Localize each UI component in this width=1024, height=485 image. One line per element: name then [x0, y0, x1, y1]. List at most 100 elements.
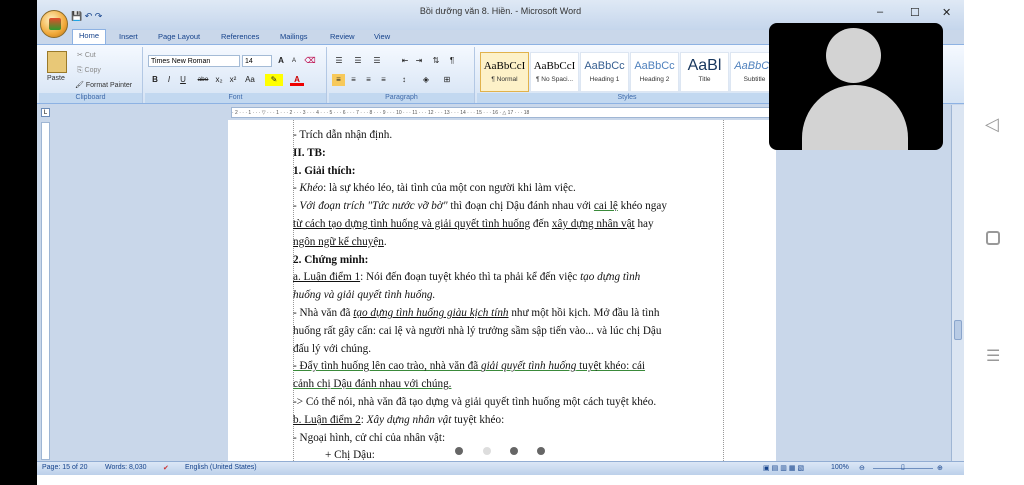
style-name: ¶ Normal — [491, 76, 518, 83]
justify-icon[interactable]: ≡ — [377, 74, 390, 86]
doc-line: II. TB: — [293, 146, 326, 159]
tab-insert[interactable]: Insert — [113, 31, 144, 42]
italic-button[interactable]: I — [163, 74, 175, 86]
styles-group: AaBbCcI ¶ Normal AaBbCcI ¶ No Spaci... A… — [477, 47, 779, 103]
close-button[interactable]: ✕ — [942, 6, 951, 19]
back-icon[interactable]: ◁ — [985, 114, 999, 135]
doc-line: - Với đoạn trích "Tức nước vỡ bờ" thì đo… — [293, 200, 667, 213]
style-heading-2[interactable]: AaBbCc Heading 2 — [630, 52, 679, 92]
font-name-combo[interactable]: Times New Roman — [148, 55, 240, 67]
font-color-icon[interactable]: A — [290, 74, 304, 86]
bold-button[interactable]: B — [149, 74, 161, 86]
undo-icon[interactable]: ↶ — [85, 11, 93, 21]
style-heading-1[interactable]: AaBbCc Heading 1 — [580, 52, 629, 92]
tab-mailings[interactable]: Mailings — [274, 31, 314, 42]
avatar-body-icon — [802, 85, 908, 150]
save-icon[interactable]: 💾 — [71, 11, 82, 21]
home-icon[interactable] — [986, 231, 1000, 245]
doc-line: huống rất gây cấn: cai lệ và người nhà l… — [293, 324, 662, 337]
borders-icon[interactable]: ⊞ — [439, 74, 455, 86]
zoom-in-icon[interactable]: ⊕ — [937, 464, 943, 472]
style-preview: AaBbCc — [634, 60, 675, 72]
style-no-spacing[interactable]: AaBbCcI ¶ No Spaci... — [530, 52, 579, 92]
vertical-scrollbar[interactable] — [951, 105, 964, 461]
screen: Bồi dưỡng văn 8. Hiền. - Microsoft Word … — [0, 0, 1024, 485]
document-page[interactable]: - Trích dẫn nhận định. II. TB: 1. Giải t… — [228, 120, 776, 461]
recents-icon[interactable]: ☰ — [986, 346, 1000, 366]
font-group: Times New Roman 14 A A ⌫ B I U abe x₂ x²… — [145, 47, 327, 103]
zoom-slider-thumb[interactable]: ▯ — [901, 463, 905, 471]
scroll-thumb[interactable] — [954, 320, 962, 340]
superscript-button[interactable]: x² — [227, 74, 239, 86]
tab-page-layout[interactable]: Page Layout — [152, 31, 206, 42]
clear-format-icon[interactable]: ⌫ — [303, 55, 317, 67]
style-preview: AaBl — [687, 57, 722, 74]
copy-button[interactable]: ⎘ Copy — [77, 67, 101, 75]
highlight-icon[interactable]: ✎ — [265, 74, 283, 86]
maximize-button[interactable]: ☐ — [910, 6, 920, 19]
indicator-dot[interactable] — [537, 447, 545, 455]
style-preview: AaBbCc — [584, 60, 625, 72]
indicator-dot[interactable] — [483, 447, 491, 455]
vertical-ruler[interactable] — [41, 122, 50, 460]
cut-button[interactable]: ✂ Cut — [77, 51, 96, 59]
margin-guide — [723, 120, 724, 461]
shading-icon[interactable]: ◈ — [418, 74, 434, 86]
bullets-icon[interactable]: ☰ — [332, 55, 346, 67]
doc-line: ngôn ngữ kể chuyện. — [293, 235, 387, 248]
indicator-dot[interactable] — [510, 447, 518, 455]
window-title: Bồi dưỡng văn 8. Hiền. - Microsoft Word — [419, 6, 582, 16]
horizontal-ruler[interactable]: · 2 · · · 1 · · · ▽ · · · 1 · · · 2 · · … — [231, 107, 771, 118]
increase-indent-icon[interactable]: ⇥ — [413, 55, 425, 67]
paste-icon[interactable] — [47, 51, 67, 73]
quick-access-toolbar[interactable]: 💾 ↶ ↷ — [71, 11, 102, 22]
view-buttons[interactable]: ▣▤▥▦▧ — [763, 464, 806, 472]
style-normal[interactable]: AaBbCcI ¶ Normal — [480, 52, 529, 92]
line-spacing-icon[interactable]: ↕ — [396, 74, 412, 86]
doc-line: 2. Chứng minh: — [293, 253, 369, 266]
sort-icon[interactable]: ⇅ — [430, 55, 442, 67]
word-count[interactable]: Words: 8,030 — [105, 464, 147, 471]
style-name: Heading 2 — [639, 76, 670, 83]
doc-line: b. Luận điểm 2: Xây dựng nhân vật tuyệt … — [293, 413, 505, 426]
style-title[interactable]: AaBl Title — [680, 52, 729, 92]
subscript-button[interactable]: x₂ — [213, 74, 225, 86]
android-nav-bar: ◁ ☰ — [964, 0, 1024, 485]
video-call-thumbnail[interactable] — [769, 23, 943, 150]
office-button[interactable] — [40, 10, 68, 38]
page-count[interactable]: Page: 15 of 20 — [42, 464, 88, 471]
change-case-button[interactable]: Aa — [242, 74, 258, 86]
left-black-bar — [0, 0, 37, 485]
tab-home[interactable]: Home — [72, 29, 107, 44]
tab-selector-icon[interactable]: L — [41, 108, 50, 117]
format-painter-button[interactable]: 🖌 Format Painter — [75, 81, 132, 89]
language-indicator[interactable]: English (United States) — [185, 464, 257, 471]
paragraph-group: ☰ ☰ ☰ ⇤ ⇥ ⇅ ¶ ≡ ≡ ≡ ≡ ↕ ◈ ⊞ Paragraph — [329, 47, 475, 103]
font-size-combo[interactable]: 14 — [242, 55, 272, 67]
tab-references[interactable]: References — [215, 31, 265, 42]
redo-icon[interactable]: ↷ — [95, 11, 103, 21]
doc-line: - Khéo: là sự khéo léo, tài tình của một… — [293, 182, 576, 195]
tab-review[interactable]: Review — [324, 31, 361, 42]
underline-button[interactable]: U — [177, 74, 189, 86]
zoom-out-icon[interactable]: ⊖ — [859, 464, 865, 472]
indicator-dot[interactable] — [455, 447, 463, 455]
tab-view[interactable]: View — [368, 31, 396, 42]
proofing-icon[interactable]: ✔ — [163, 464, 169, 472]
grow-font-button[interactable]: A — [275, 55, 287, 67]
strikethrough-button[interactable]: abe — [195, 74, 211, 86]
minimize-button[interactable]: – — [877, 6, 883, 18]
numbering-icon[interactable]: ☰ — [351, 55, 365, 67]
zoom-level[interactable]: 100% — [831, 464, 849, 471]
shrink-font-button[interactable]: A — [288, 55, 300, 67]
show-marks-icon[interactable]: ¶ — [446, 55, 458, 67]
doc-line: đấu lý với chúng. — [293, 342, 372, 355]
avatar-head-icon — [826, 28, 881, 83]
paste-button[interactable]: Paste — [47, 75, 65, 82]
multilevel-list-icon[interactable]: ☰ — [370, 55, 384, 67]
decrease-indent-icon[interactable]: ⇤ — [399, 55, 411, 67]
align-center-icon[interactable]: ≡ — [347, 74, 360, 86]
align-right-icon[interactable]: ≡ — [362, 74, 375, 86]
align-left-icon[interactable]: ≡ — [332, 74, 345, 86]
document-text[interactable]: - Trích dẫn nhận định. II. TB: 1. Giải t… — [293, 127, 723, 465]
